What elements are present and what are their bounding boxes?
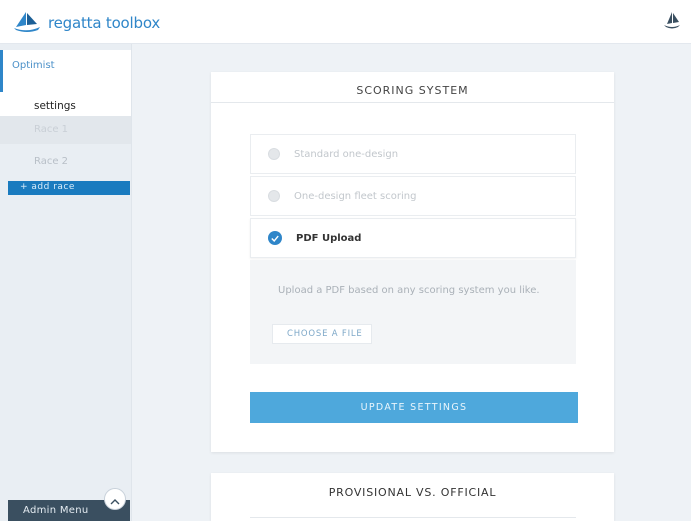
- admin-menu-toggle[interactable]: [104, 488, 126, 510]
- provisional-official-card: PROVISIONAL VS. OFFICIAL: [211, 473, 614, 521]
- option-pdf-upload[interactable]: PDF Upload: [250, 218, 576, 258]
- class-tab-optimist[interactable]: Optimist: [0, 50, 131, 92]
- sailboat-logo-icon: [12, 9, 42, 37]
- radio-icon[interactable]: [268, 148, 280, 160]
- option-standard-one-design[interactable]: Standard one-design: [250, 134, 576, 174]
- option-label: Standard one-design: [294, 148, 399, 160]
- app-name: regatta toolbox: [48, 14, 161, 32]
- top-header: regatta toolbox: [0, 0, 691, 44]
- sidebar: Optimist settings Race 1 Race 2 + add ra…: [0, 44, 132, 521]
- sidebar-item-race-2[interactable]: Race 2: [0, 148, 131, 176]
- option-one-design-fleet-scoring[interactable]: One-design fleet scoring: [250, 176, 576, 216]
- chevron-up-icon: [110, 490, 120, 509]
- choose-file-button[interactable]: CHOOSE A FILE: [272, 324, 372, 344]
- divider: [250, 517, 576, 518]
- card-title: PROVISIONAL VS. OFFICIAL: [328, 486, 497, 499]
- app-logo[interactable]: regatta toolbox: [12, 9, 160, 37]
- upload-description: Upload a PDF based on any scoring system…: [278, 285, 540, 296]
- checkmark-radio-icon[interactable]: [268, 231, 282, 245]
- option-label: One-design fleet scoring: [294, 190, 417, 202]
- pdf-upload-panel: Upload a PDF based on any scoring system…: [250, 260, 576, 364]
- option-label: PDF Upload: [296, 232, 362, 244]
- sailboat-menu-icon[interactable]: [663, 10, 681, 30]
- divider: [211, 102, 614, 103]
- update-settings-button[interactable]: UPDATE SETTINGS: [250, 392, 578, 423]
- radio-icon[interactable]: [268, 190, 280, 202]
- card-title: SCORING SYSTEM: [356, 84, 469, 97]
- add-race-button[interactable]: + add race: [8, 181, 130, 195]
- scoring-system-card: SCORING SYSTEM Standard one-design One-d…: [211, 72, 614, 452]
- sidebar-item-race-1[interactable]: Race 1: [0, 116, 131, 144]
